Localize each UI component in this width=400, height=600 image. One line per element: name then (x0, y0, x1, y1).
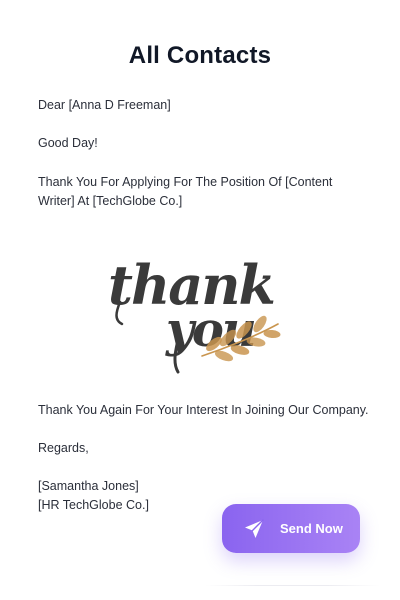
send-button-label: Send Now (280, 521, 343, 536)
send-icon (245, 519, 264, 538)
bottom-divider (205, 585, 380, 586)
letter-greeting: Dear [Anna D Freeman] (38, 98, 171, 112)
letter-paragraph-1: Thank You For Applying For The Position … (38, 173, 370, 211)
letter-paragraph-1-line-1: Thank You For Applying For The Position … (38, 175, 333, 189)
send-now-button[interactable]: Send Now (222, 504, 360, 553)
thank-you-illustration: thank you (108, 253, 281, 374)
signature-name: [Samantha Jones] (38, 479, 139, 493)
letter-paragraph-1-line-2: Writer] At [TechGlobe Co.] (38, 194, 183, 208)
page-title: All Contacts (128, 42, 272, 69)
letter-salutation: Good Day! (38, 136, 98, 150)
letter-closing: Regards, (38, 441, 89, 455)
letter-paragraph-2: Thank You Again For Your Interest In Joi… (38, 403, 369, 417)
